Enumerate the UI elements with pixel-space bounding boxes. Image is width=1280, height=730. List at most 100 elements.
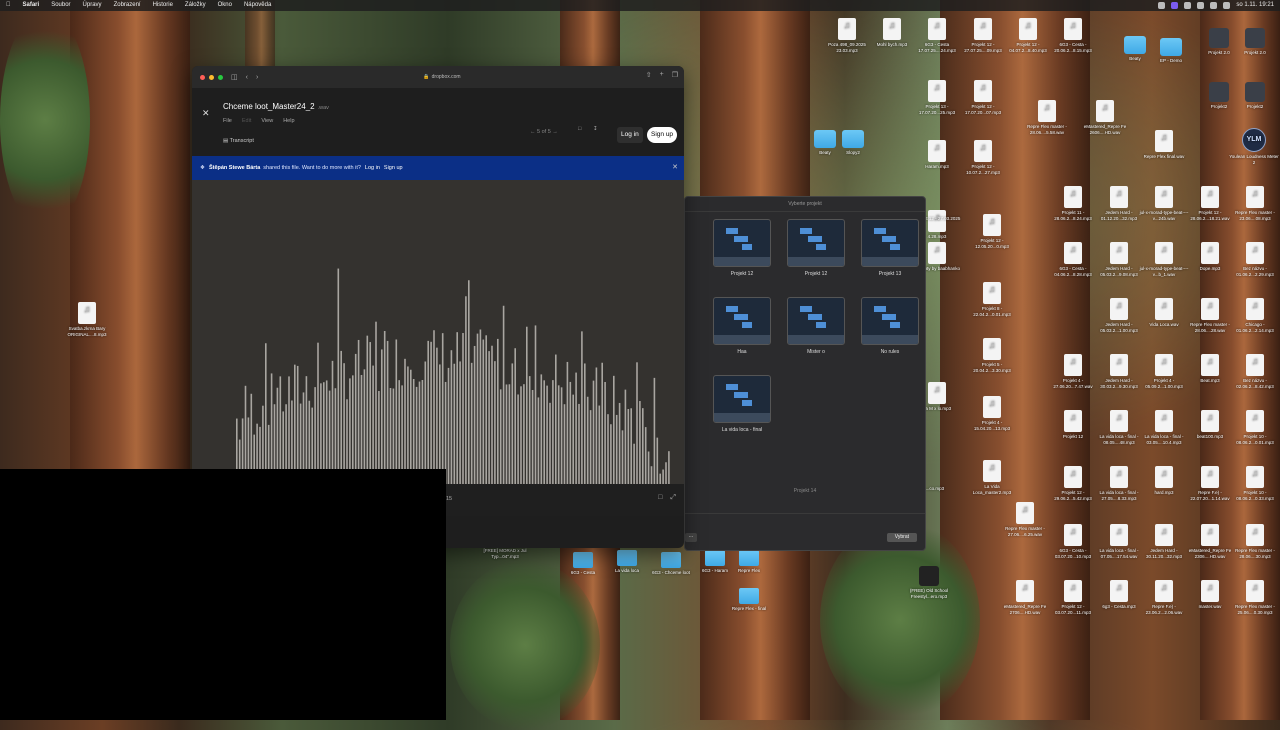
desktop-file[interactable]: Svatba.zkrna Bary ORIGINAL....8.mp3 <box>62 302 112 337</box>
desktop-file[interactable]: Bez názvu - 01.06.2...2.29.mp3 <box>1230 242 1280 277</box>
desktop-file[interactable]: Projekt 12 - 28.06.2...18.21.wav <box>1185 186 1235 221</box>
desktop-file[interactable]: La vida loca - final - 07.05....17.54.wa… <box>1094 524 1144 559</box>
search-icon[interactable] <box>1210 2 1218 9</box>
desktop-file[interactable]: Dope.mp3 <box>1185 242 1235 272</box>
next-file-icon[interactable]: → <box>551 129 558 135</box>
desktop-file[interactable]: 6G3 - Cesta - 03.07.20...10.mp3 <box>1048 524 1098 559</box>
banner-signup-link[interactable]: Sign up <box>384 165 403 171</box>
desktop-file[interactable]: Repre F.e) - 23.06.2...2.06.wav <box>1139 580 1189 615</box>
menu-edit-item[interactable]: Edit <box>242 118 251 124</box>
desktop-file[interactable]: Jedem Hard - 05.03.2...1.00.mp3 <box>1094 298 1144 333</box>
desktop-file[interactable]: Repre Flex master - 27.06....6.25.wav <box>1000 502 1050 537</box>
download-icon[interactable]: ↧ <box>593 126 598 132</box>
desktop-file[interactable]: Beat.mp3 <box>1185 354 1235 384</box>
desktop-file[interactable]: Repre Flex master - 28.06....5.58.wav <box>1022 100 1072 135</box>
desktop-folder[interactable]: Slopy2 <box>828 128 878 156</box>
desktop-file[interactable]: beat100.mp3 <box>1185 410 1235 440</box>
desktop-file[interactable]: Projekt 12 - 04.07.2...8.40.mp3 <box>1003 18 1053 53</box>
desktop-file[interactable]: La Vida Loca_master2.mp3 <box>967 460 1017 495</box>
desktop-folder[interactable]: EP - Demo <box>1146 36 1196 64</box>
desktop-file[interactable]: Jedem Hard - 30.11.20...32.mp3 <box>1139 524 1189 559</box>
address-bar[interactable]: 🔒 dropbox.com <box>342 71 542 83</box>
desktop-file[interactable]: jul-x-morad-type-beat----v...b_1.wav <box>1139 242 1189 277</box>
desktop-file[interactable]: Projekt 12 <box>1048 410 1098 440</box>
desktop-file[interactable]: Haram.mp3 <box>912 140 962 170</box>
youlean-app[interactable]: YLM Youlean Loudness Meter 2 <box>1229 128 1279 165</box>
menu-file-item[interactable]: File <box>223 118 232 124</box>
desktop-file[interactable]: Projekt 4 - 15.04.20...13.mp3 <box>967 396 1017 431</box>
new-tab-icon[interactable]: + <box>660 71 664 79</box>
status-icon[interactable] <box>1158 2 1166 9</box>
desktop-file[interactable]: La vida loca - final - 08.05....48.mp3 <box>1094 410 1144 445</box>
desktop-file[interactable]: Projekt 8 - 22.04.2...0.01.mp3 <box>967 282 1017 317</box>
status-icon[interactable] <box>1184 2 1192 9</box>
prev-file-icon[interactable]: ← <box>530 129 537 135</box>
desktop-file[interactable]: Repre F.e) - 22.07.20...1.14.wav <box>1185 466 1235 501</box>
banner-login-link[interactable]: Log in <box>365 165 380 171</box>
desktop-file[interactable]: Repre Flex master - 28.06....30.mp3 <box>1230 524 1280 559</box>
comment-icon[interactable]: □ <box>578 126 581 132</box>
desktop-file[interactable]: Projekt 5 - 20.04.2...3.30.mp3 <box>967 338 1017 373</box>
menu-window[interactable]: Okno <box>212 0 238 11</box>
menu-file[interactable]: Soubor <box>45 0 76 11</box>
project-item[interactable]: Projekt 13 <box>860 219 920 277</box>
desktop-folder[interactable]: 6G3 - Chceme loot <box>646 552 696 576</box>
menu-view[interactable]: Zobrazení <box>108 0 147 11</box>
desktop-file[interactable]: 6g3 - Cesta.mp3 <box>1094 580 1144 610</box>
desktop-file[interactable]: Projekt 10 - 08.06.2...0.01.mp3 <box>1230 410 1280 445</box>
desktop-file[interactable]: Jedem Hard - 05.03.2...9.08.mp3 <box>1094 242 1144 277</box>
minimize-window-button[interactable] <box>209 74 214 80</box>
desktop-file[interactable]: 6G3 - Cesta - 20.06.2...8.15.mp3 <box>1048 18 1098 53</box>
sidebar-icon[interactable]: ◫ <box>231 73 238 81</box>
desktop-file[interactable]: Repre Flex master - 25.06....0.30.mp3 <box>1230 580 1280 615</box>
desktop-file[interactable]: master.wav <box>1185 580 1235 610</box>
share-icon[interactable]: ⇧ <box>646 71 652 79</box>
signup-button[interactable]: Sign up <box>647 127 678 143</box>
fullscreen-icon[interactable]: ⤢ <box>670 494 676 502</box>
desktop-file[interactable]: Repre Flex master - 28.06....28.wav <box>1185 298 1235 333</box>
desktop-file[interactable]: Projekt 12 - 29.06.2...5.42.mp3 <box>1048 466 1098 501</box>
status-icon[interactable] <box>1171 2 1179 9</box>
desktop-file[interactable]: eMastered_Repre Fe 2706....HD.wav <box>1000 580 1050 615</box>
desktop-file[interactable]: Projekt 12 - 10.07.2...27.mp3 <box>958 140 1008 175</box>
desktop-file[interactable]: jul-x-morad-type-beat----v...24b.wav <box>1139 186 1189 221</box>
project-item[interactable]: Projekt 12 <box>712 219 772 277</box>
project-item[interactable]: No rules <box>860 297 920 355</box>
desktop-file[interactable]: Projekt 12 - 12.05.20...0.mp3 <box>967 214 1017 249</box>
desktop-file[interactable]: eMastered_Repre Fe 2606....HD.wav <box>1080 100 1130 135</box>
desktop-folder[interactable]: Repre Flex - final <box>724 588 774 612</box>
close-icon[interactable]: ✕ <box>202 108 210 119</box>
menu-help[interactable]: Nápověda <box>238 0 277 11</box>
menubar-clock[interactable]: so 1.11. 19:21 <box>1236 0 1274 11</box>
captions-icon[interactable]: □ <box>658 494 662 502</box>
picker-cancel-button[interactable]: ... <box>685 533 697 542</box>
menu-edit[interactable]: Úpravy <box>77 0 108 11</box>
desktop-file[interactable]: Jedem Hard - 30.03.2...9.30.mp3 <box>1094 354 1144 389</box>
desktop-folder[interactable]: La vida loca <box>602 550 652 574</box>
desktop-folder[interactable]: 6G3 - Cesta <box>558 552 608 576</box>
desktop-file[interactable]: eMastered_Repre Fe 2306....HD.wav <box>1185 524 1235 559</box>
desktop-file[interactable]: Projekt 12 - 03.07.20...11.mp3 <box>1048 580 1098 615</box>
menu-safari[interactable]: Safari <box>17 0 46 11</box>
transcript-button[interactable]: ▤ Transcript <box>223 138 254 144</box>
desktop-file[interactable]: Projekt 10 - 08.06.2...0.33.mp3 <box>1230 466 1280 501</box>
desktop-file[interactable]: Projekt 12 - 27.07.25....09.mp3 <box>958 18 1008 53</box>
desktop-file[interactable]: Repre Flex final.wav <box>1139 130 1189 160</box>
desktop-file[interactable]: 6G3 - Cesta - 04.06.2...8.28.mp3 <box>1048 242 1098 277</box>
project-item[interactable]: La vida loca - final <box>712 375 772 433</box>
desktop-file[interactable]: 6G3 - Cesta 17.07.25....24.mp3 <box>912 18 962 53</box>
close-window-button[interactable] <box>200 74 205 80</box>
desktop-file[interactable]: La vida loca - final - 03.05....10.4.mp3 <box>1139 410 1189 445</box>
tabs-overview-icon[interactable]: ❐ <box>672 71 678 79</box>
desktop-file[interactable]: Projekt 4 - 27.06.20...7.47.wav <box>1048 354 1098 389</box>
menu-history[interactable]: Historie <box>147 0 179 11</box>
choose-button[interactable]: Vybrat <box>886 533 917 542</box>
desktop-file[interactable]: Repre Flex master - 23.06....08.mp3 <box>1230 186 1280 221</box>
menu-help-item[interactable]: Help <box>283 118 294 124</box>
login-button[interactable]: Log in <box>617 127 643 143</box>
desktop-file[interactable]: [FREE] MORAD x Jul Typ...04".mp3 <box>480 548 530 559</box>
desktop-file[interactable]: Projekt 12 - 17.07.20...07.mp3 <box>958 80 1008 115</box>
desktop-file[interactable]: (FREE) Old School Freestyl...ero.mp3 <box>904 566 954 599</box>
banner-close-icon[interactable]: ✕ <box>672 163 678 171</box>
project-item[interactable]: Projekt 12 <box>786 219 846 277</box>
